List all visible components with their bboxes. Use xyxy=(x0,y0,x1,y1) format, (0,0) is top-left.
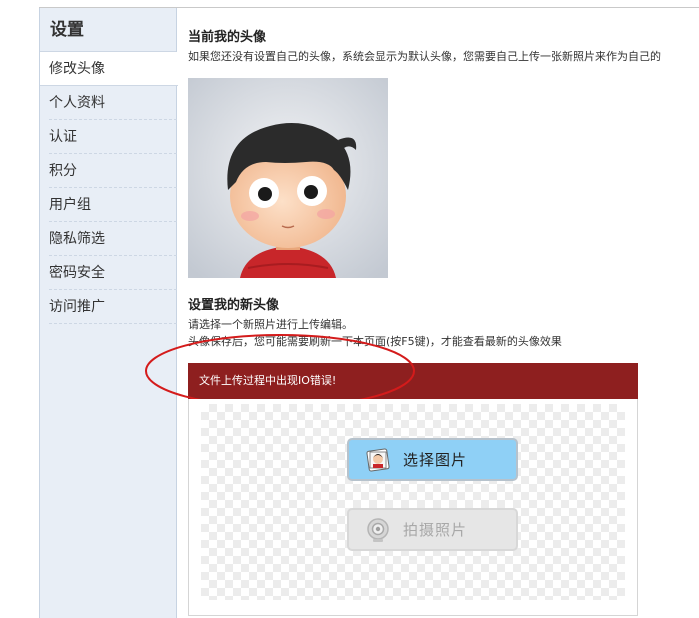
sidebar-item-password-security[interactable]: 密码安全 xyxy=(49,256,177,290)
sidebar-item-referral[interactable]: 访问推广 xyxy=(49,290,177,324)
new-avatar-instruction: 请选择一个新照片进行上传编辑。 xyxy=(188,318,353,331)
sidebar-item-user-group[interactable]: 用户组 xyxy=(49,188,177,222)
photo-icon xyxy=(366,447,390,472)
sidebar-item-verification[interactable]: 认证 xyxy=(49,120,177,154)
upload-panel: 选择图片 拍摄照片 xyxy=(188,399,638,616)
current-avatar-description: 如果您还没有设置自己的头像，系统会显示为默认头像，您需要自己上传一张新照片来作为… xyxy=(188,50,661,63)
take-photo-label: 拍摄照片 xyxy=(403,521,468,539)
sidebar-title: 设置 xyxy=(40,8,176,52)
sidebar-item-change-avatar[interactable]: 修改头像 xyxy=(40,52,178,86)
select-photo-label: 选择图片 xyxy=(403,451,468,469)
upload-preview-area: 选择图片 拍摄照片 xyxy=(201,404,625,600)
settings-sidebar: 设置 修改头像 个人资料 认证 积分 用户组 隐私筛选 密码安全 访问推广 xyxy=(39,8,178,618)
new-avatar-title: 设置我的新头像 xyxy=(188,298,280,313)
sidebar-item-points[interactable]: 积分 xyxy=(49,154,177,188)
take-photo-button[interactable]: 拍摄照片 xyxy=(347,508,518,551)
sidebar-item-profile[interactable]: 个人资料 xyxy=(49,86,177,120)
select-photo-button[interactable]: 选择图片 xyxy=(347,438,518,481)
current-avatar-title: 当前我的头像 xyxy=(188,30,267,45)
sidebar-item-privacy-filter[interactable]: 隐私筛选 xyxy=(49,222,177,256)
current-avatar-image xyxy=(188,78,388,278)
default-avatar-illustration xyxy=(188,78,388,278)
webcam-icon xyxy=(367,517,389,542)
